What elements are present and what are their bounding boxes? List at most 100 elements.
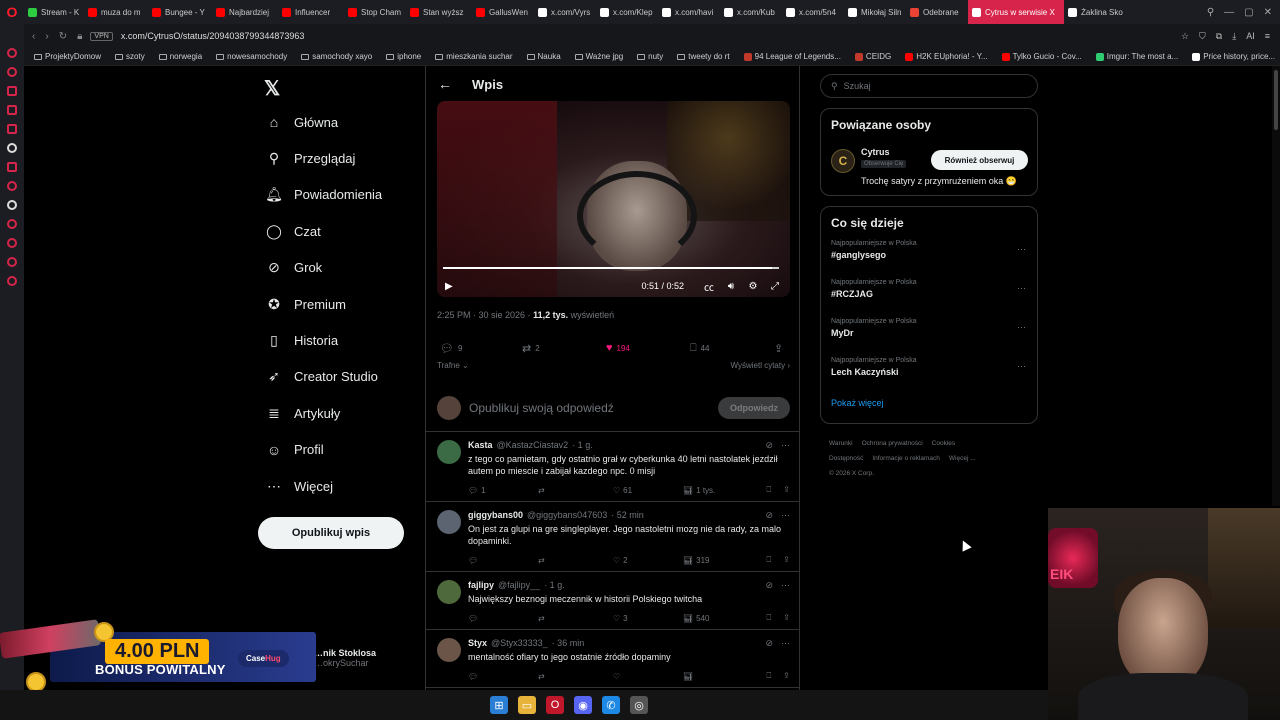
more-icon[interactable]: ⋯: [781, 580, 790, 591]
url-field[interactable]: x.com/CytrusO/status/2094038799344873963: [121, 31, 1181, 41]
post-time[interactable]: 2:25 PM · 30 sie 2026 ·: [437, 310, 533, 320]
comment-action[interactable]: 💬︎: [468, 556, 538, 565]
forward-icon[interactable]: ›: [45, 31, 48, 42]
bookmark-item[interactable]: nuty: [637, 52, 663, 61]
comment-action[interactable]: 💬︎: [468, 614, 538, 623]
share-icon[interactable]: ⇪: [783, 613, 790, 623]
more-icon[interactable]: ⋯: [1017, 283, 1027, 294]
bookmark-item[interactable]: norwegia: [158, 52, 202, 61]
nav-item-chat[interactable]: ◯ Czat: [258, 213, 418, 249]
nav-item-grok[interactable]: ⊘ Grok: [258, 250, 418, 286]
settings-icon[interactable]: [7, 276, 17, 286]
chatgpt-icon[interactable]: [7, 143, 17, 153]
browser-tab[interactable]: x.com/Klep: [596, 0, 658, 24]
video-player[interactable]: ▶ 0:51 / 0:52 ㏄ 🔊︎ ⚙ ⤢: [437, 101, 790, 297]
person-name[interactable]: Cytrus: [861, 147, 890, 157]
fullscreen-icon[interactable]: ⤢: [768, 281, 782, 292]
volume-icon[interactable]: 🔊︎: [724, 281, 738, 292]
history-icon[interactable]: [7, 67, 17, 77]
search-input[interactable]: ⚲ Szukaj: [820, 74, 1038, 98]
bookmark-icon[interactable]: ⎕: [766, 671, 771, 681]
views-action[interactable]: 📊︎ 319: [683, 556, 758, 565]
follow-back-button[interactable]: Również obserwuj: [931, 150, 1028, 170]
discord-icon[interactable]: ◉: [574, 696, 592, 714]
repost-action[interactable]: ⇄: [538, 672, 613, 681]
play-icon[interactable]: ▶: [445, 281, 453, 292]
footer-link[interactable]: Ochrona prywatności: [862, 440, 923, 447]
browser-tab[interactable]: x.com/Vyrs: [534, 0, 596, 24]
reply-author-handle[interactable]: @giggybans047603: [527, 510, 607, 521]
more-icon[interactable]: ⋯: [781, 510, 790, 521]
bookmark-item[interactable]: 94 League of Legends...: [743, 52, 841, 61]
messenger-taskbar-icon[interactable]: ✆: [602, 696, 620, 714]
reply-author-handle[interactable]: @fajlipy__: [498, 580, 540, 591]
search-tabs-icon[interactable]: ⚲: [1207, 7, 1214, 18]
close-window-icon[interactable]: ✕: [1264, 7, 1272, 18]
download-icon[interactable]: ⤓: [1232, 31, 1236, 42]
footer-link[interactable]: Warunki: [829, 440, 853, 447]
reply-button[interactable]: Odpowiedz: [718, 396, 790, 419]
views-action[interactable]: 📊︎ 1 tys.: [683, 486, 758, 495]
footer-link[interactable]: Dostępność: [829, 455, 863, 462]
repost-action[interactable]: ⇄: [538, 486, 613, 495]
bookmark-page-icon[interactable]: ☆: [1181, 31, 1189, 42]
reply-post[interactable]: Kasta @KastazCiastav2 · 1 g. ⊘ ⋯ z tego co pa…: [426, 432, 799, 502]
timer-icon[interactable]: [7, 238, 17, 248]
nav-item-creator-studio[interactable]: ➶ Creator Studio: [258, 359, 418, 395]
share-icon[interactable]: ⇪: [783, 555, 790, 565]
grok-icon[interactable]: ⊘: [765, 440, 773, 451]
scroll-thumb[interactable]: [1274, 70, 1278, 130]
heart-action[interactable]: ♡ 2: [613, 556, 683, 565]
reply-input[interactable]: Opublikuj swoją odpowiedź: [469, 401, 718, 415]
nav-item-profile[interactable]: ☺ Profil: [258, 432, 418, 468]
opera-logo-icon[interactable]: O: [0, 0, 24, 24]
x-app-icon[interactable]: [7, 200, 17, 210]
post-button[interactable]: Opublikuj wpis: [258, 517, 404, 549]
more-icon[interactable]: ⋯: [1017, 322, 1027, 333]
nav-item-premium[interactable]: ✪ Premium: [258, 286, 418, 322]
bookmark-item[interactable]: CEIDG: [854, 52, 891, 61]
menu-icon[interactable]: ≡: [1265, 31, 1270, 42]
opera-taskbar-icon[interactable]: O: [546, 696, 564, 714]
file-explorer-icon[interactable]: ▭: [518, 696, 536, 714]
bookmark-icon[interactable]: ⎕: [766, 485, 771, 495]
show-more-link[interactable]: Pokaż więcej: [821, 392, 1037, 414]
trend-item[interactable]: Najpopularniejsze w Polska #ganglysego ⋯: [821, 236, 1037, 275]
avatar[interactable]: C: [831, 149, 855, 173]
bookmark-item[interactable]: H2K EUphoria! - Y...: [905, 52, 988, 61]
bookmark-item[interactable]: iphone: [386, 52, 421, 61]
browser-tab[interactable]: x.com/Kub: [720, 0, 782, 24]
heart-action[interactable]: ♡: [613, 672, 683, 681]
shield-icon[interactable]: ⛉: [1199, 31, 1206, 42]
windows-start-icon[interactable]: ⊞: [490, 696, 508, 714]
views-action[interactable]: 📊︎ 540: [683, 614, 758, 623]
captions-icon[interactable]: ㏄: [702, 279, 716, 294]
minimize-icon[interactable]: —: [1224, 7, 1234, 18]
browser-tab[interactable]: Mikołaj Siln: [844, 0, 906, 24]
app-icon[interactable]: ◎: [630, 696, 648, 714]
avatar[interactable]: [437, 638, 461, 662]
comment-action[interactable]: 💬︎ 1: [468, 486, 538, 495]
more-icon[interactable]: ⋯: [781, 638, 790, 649]
reply-post[interactable]: giggybans00 @giggybans047603 · 52 min ⊘ ⋯ On …: [426, 502, 799, 572]
avatar[interactable]: [437, 440, 461, 464]
avatar[interactable]: [437, 580, 461, 604]
views-action[interactable]: 📊︎: [683, 672, 758, 681]
comment-action[interactable]: 💬︎: [468, 672, 538, 681]
browser-tab[interactable]: Stop Cham: [344, 0, 406, 24]
more-icon[interactable]: ⋯: [1017, 244, 1027, 255]
bookmark-icon[interactable]: ⎕: [766, 555, 771, 565]
messenger-icon[interactable]: [7, 48, 17, 58]
browser-tab[interactable]: Cytrus w serwisie X: [968, 0, 1064, 24]
trend-item[interactable]: Najpopularniejsze w Polska Lech Kaczyński…: [821, 353, 1037, 392]
bookmark-item[interactable]: nowesamochody: [216, 52, 287, 61]
nav-item-explore[interactable]: ⚲ Przeglądaj: [258, 140, 418, 176]
heart-action[interactable]: ♡ 61: [613, 486, 683, 495]
reply-author-name[interactable]: Kasta: [468, 440, 493, 451]
browser-tab[interactable]: Stan wyższ: [406, 0, 472, 24]
account-switcher[interactable]: …nik Stoklosa …okrySuchar: [314, 648, 376, 668]
bookmark-item[interactable]: Ważne jpg: [574, 52, 623, 61]
repost-action[interactable]: ⇄ 2: [522, 342, 606, 355]
browser-tab[interactable]: GallusWen: [472, 0, 534, 24]
x-sidebar-icon[interactable]: [7, 181, 17, 191]
